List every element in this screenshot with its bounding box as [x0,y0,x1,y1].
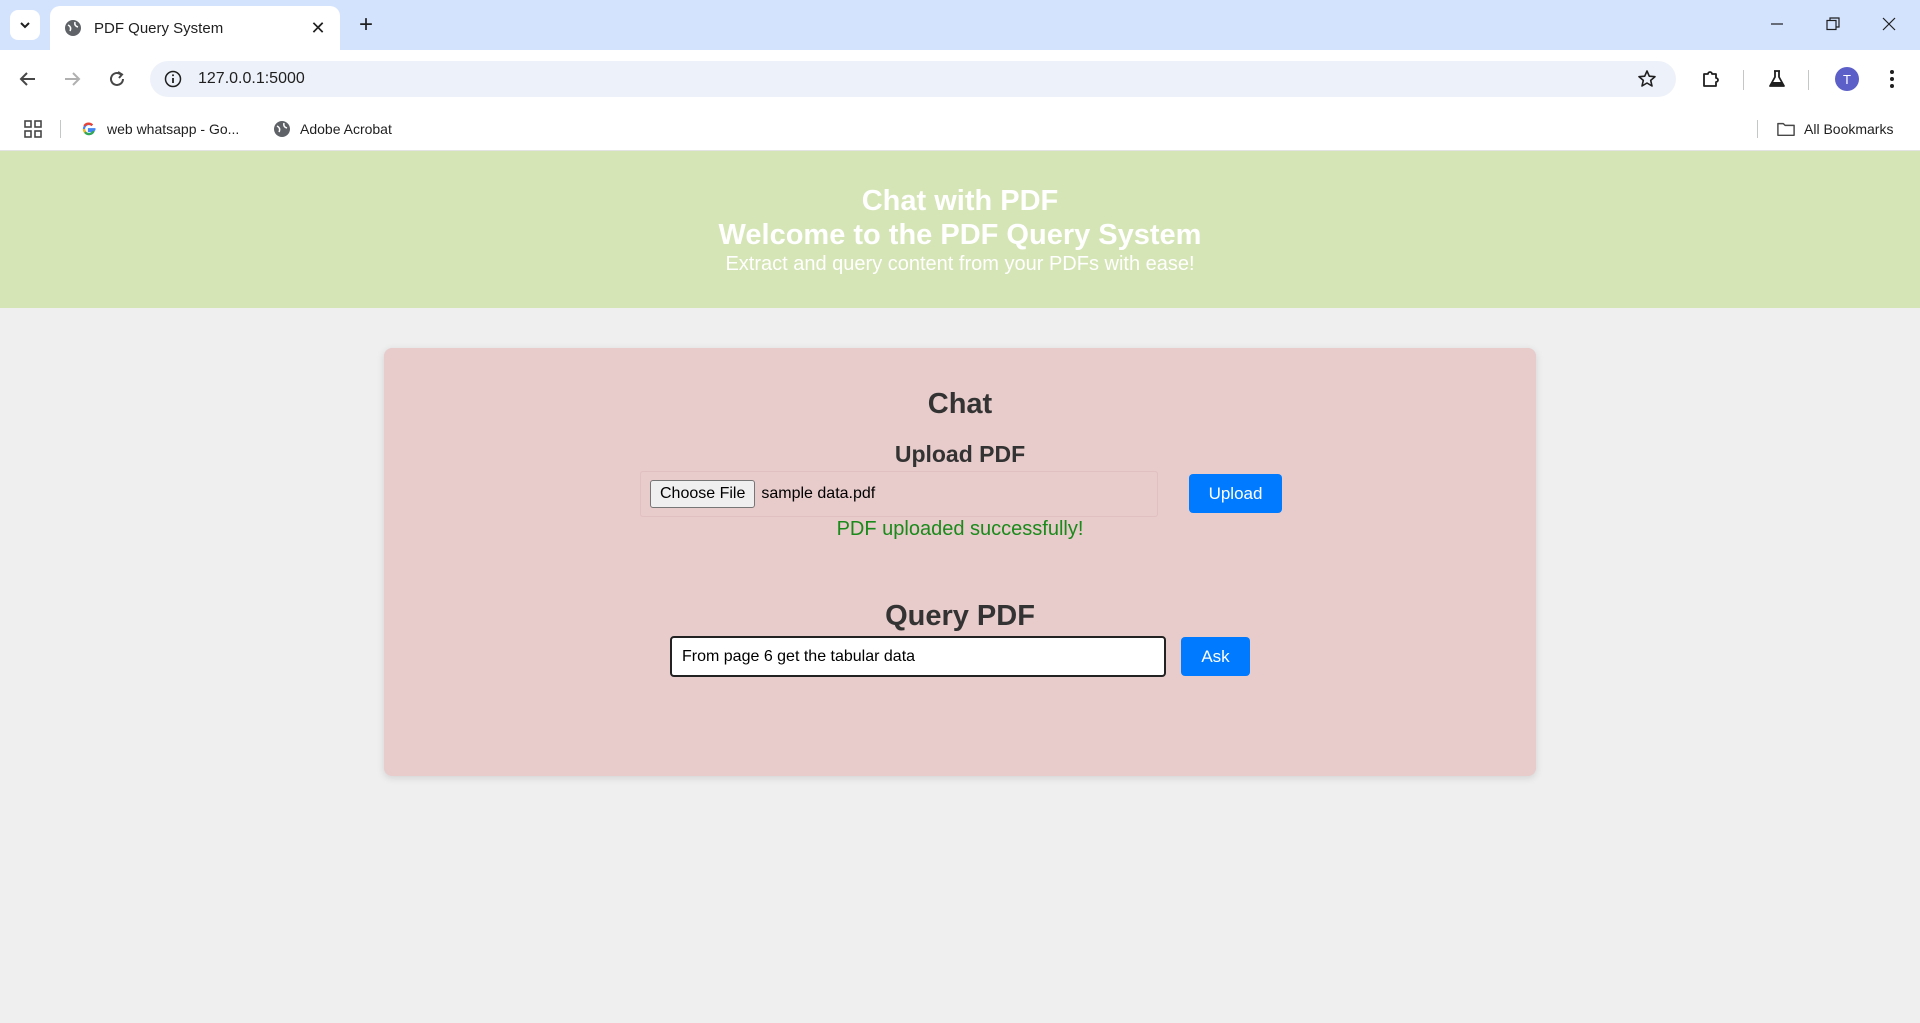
arrow-right-icon [65,72,81,86]
page-header: Chat with PDF Welcome to the PDF Query S… [0,151,1920,308]
all-bookmarks-button[interactable]: All Bookmarks [1777,117,1893,141]
query-heading: Query PDF [885,600,1035,632]
labs-button[interactable] [1761,63,1793,95]
ask-button[interactable]: Ask [1181,637,1250,676]
reload-icon [110,71,124,86]
close-tab-icon[interactable]: ✕ [306,16,330,40]
restore-icon [1826,17,1840,31]
browser-tab[interactable]: PDF Query System ✕ [50,6,340,50]
file-input[interactable]: Choose File sample data.pdf [640,471,1158,517]
address-bar[interactable]: 127.0.0.1:5000 [150,61,1676,97]
profile-avatar[interactable]: T [1835,67,1859,91]
site-info-icon[interactable] [162,68,184,90]
tab-strip: PDF Query System ✕ + [0,0,1920,50]
bookmark-web-whatsapp[interactable]: web whatsapp - Go... [80,117,239,141]
selected-file-name: sample data.pdf [761,485,876,502]
choose-file-button[interactable]: Choose File [650,480,756,508]
minimize-icon [1771,23,1783,25]
close-icon [1882,17,1896,31]
chat-card: Chat Upload PDF Choose File sample data.… [384,348,1536,776]
extensions-button[interactable] [1695,63,1727,95]
restore-button[interactable] [1810,6,1856,42]
puzzle-icon [1703,71,1719,87]
browser-toolbar: 127.0.0.1:5000 T [0,50,1920,108]
welcome-heading: Welcome to the PDF Query System [718,219,1202,251]
query-input[interactable] [670,636,1166,677]
new-tab-button[interactable]: + [352,11,380,39]
google-icon [80,120,98,138]
forward-button[interactable] [56,63,88,95]
flask-icon [1769,70,1785,87]
page-title: Chat with PDF [861,185,1059,217]
chevron-down-icon [20,22,30,29]
bookmarks-divider [1757,120,1758,138]
apps-grid-icon[interactable] [22,118,44,140]
bookmark-label: Adobe Acrobat [300,121,392,137]
all-bookmarks-label: All Bookmarks [1804,121,1894,137]
folder-icon [1777,120,1795,138]
close-window-button[interactable] [1866,6,1912,42]
bookmark-star-icon[interactable] [1632,64,1662,94]
page-subtitle: Extract and query content from your PDFs… [725,253,1195,275]
back-button[interactable] [12,63,44,95]
upload-heading: Upload PDF [894,441,1026,467]
browser-menu-button[interactable] [1876,63,1908,95]
globe-icon [64,19,82,37]
bookmarks-divider [60,120,61,138]
reload-button[interactable] [101,63,133,95]
bookmark-label: web whatsapp - Go... [107,121,240,137]
chat-title: Chat [927,388,993,420]
bookmark-adobe-acrobat[interactable]: Adobe Acrobat [273,117,392,141]
toolbar-divider [1743,70,1744,90]
upload-status-message: PDF uploaded successfully! [836,518,1084,540]
tab-title: PDF Query System [94,19,224,37]
bookmarks-bar: web whatsapp - Go... Adobe Acrobat All B… [0,108,1920,151]
toolbar-divider [1808,70,1809,90]
tab-search-button[interactable] [10,10,40,40]
globe-icon [273,120,291,138]
minimize-button[interactable] [1754,6,1800,42]
upload-button[interactable]: Upload [1189,474,1282,513]
more-vertical-icon [1890,70,1894,88]
arrow-left-icon [19,72,35,86]
url-text[interactable]: 127.0.0.1:5000 [198,70,1632,88]
